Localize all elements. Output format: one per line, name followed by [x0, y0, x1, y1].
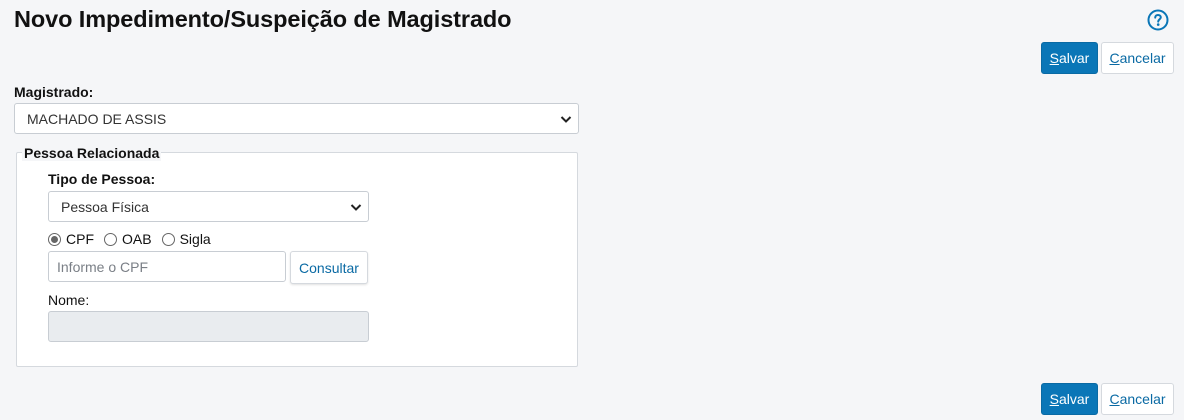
tipo-pessoa-label: Tipo de Pessoa: — [48, 171, 156, 187]
nome-field — [48, 311, 369, 342]
chevron-down-icon — [560, 116, 572, 123]
radio-cpf-indicator[interactable] — [48, 232, 61, 246]
cpf-input[interactable] — [48, 251, 286, 282]
save-button-top[interactable]: Salvar — [1041, 42, 1098, 74]
consultar-button[interactable]: Consultar — [290, 251, 368, 284]
radio-oab-indicator[interactable] — [104, 232, 117, 246]
page-title: Novo Impedimento/Suspeição de Magistrado — [14, 6, 512, 32]
cancel-button-top[interactable]: Cancelar — [1101, 42, 1174, 74]
magistrado-select[interactable]: MACHADO DE ASSIS — [14, 103, 579, 134]
id-type-radio-group: CPF OAB Sigla — [48, 231, 221, 247]
help-icon[interactable] — [1147, 9, 1169, 31]
radio-oab[interactable]: OAB — [104, 231, 152, 247]
tipo-pessoa-select[interactable]: Pessoa Física — [48, 191, 369, 222]
magistrado-label: Magistrado: — [14, 84, 94, 100]
radio-cpf[interactable]: CPF — [48, 231, 94, 247]
cancel-button-bottom[interactable]: Cancelar — [1101, 383, 1174, 415]
radio-oab-label: OAB — [122, 231, 152, 247]
chevron-down-icon — [350, 204, 362, 211]
radio-sigla-label: Sigla — [179, 231, 211, 247]
magistrado-selected-value: MACHADO DE ASSIS — [27, 110, 167, 127]
nome-label: Nome: — [48, 292, 90, 308]
radio-cpf-label: CPF — [66, 231, 94, 247]
tipo-pessoa-selected-value: Pessoa Física — [61, 198, 149, 215]
save-button-bottom[interactable]: Salvar — [1041, 383, 1098, 415]
radio-sigla[interactable]: Sigla — [161, 231, 211, 247]
pessoa-relacionada-legend: Pessoa Relacionada — [22, 145, 162, 161]
radio-sigla-indicator[interactable] — [161, 232, 175, 246]
